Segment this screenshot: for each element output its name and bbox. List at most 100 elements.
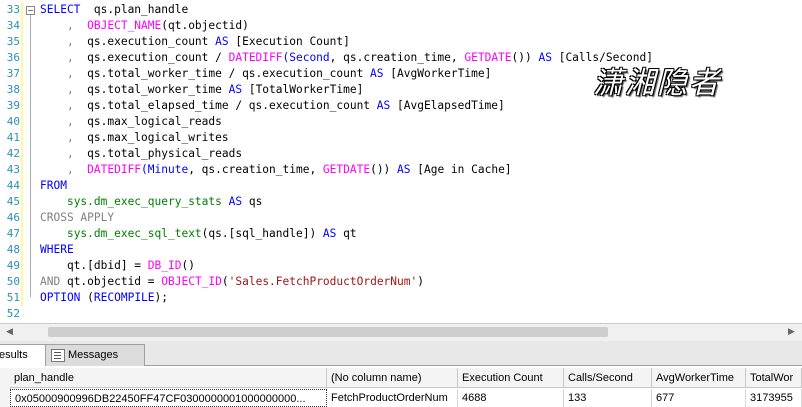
code-token: ( (80, 291, 94, 304)
line-number: 35 (6, 35, 20, 48)
code-line[interactable]: FROM (40, 178, 67, 194)
line-number-gutter: 33 34 35 36 37 38 39 40 41 42 43 44 45 46 47 48 49 50 51 52 (0, 0, 21, 323)
code-token: qs.plan_handle (80, 3, 189, 16)
code-token: [Age in Cache] (410, 163, 512, 176)
code-line[interactable]: , qs.total_elapsed_time / qs.execution_c… (40, 98, 505, 114)
code-token: , (40, 83, 88, 96)
code-token: qt (336, 227, 357, 240)
code-token: , (40, 131, 88, 144)
code-token: AS (376, 99, 391, 112)
code-token: (Second (282, 51, 330, 64)
code-line[interactable]: qt.[dbid] = DB_ID() (40, 258, 195, 274)
tab-results-label: esults (0, 349, 28, 361)
code-token: AS (215, 35, 229, 48)
code-line[interactable]: OPTION (RECOMPILE); (40, 290, 168, 306)
code-token: qs.max_logical_writes (87, 131, 229, 144)
cell-total-worker-time[interactable]: 3173955 (746, 389, 802, 407)
outline-guide (30, 15, 31, 297)
horizontal-scrollbar[interactable]: ◀ ▶ (0, 323, 802, 341)
code-token: AS (397, 163, 411, 176)
cell-object-name[interactable]: FetchProductOrderNum (327, 389, 458, 407)
code-token: ()) (511, 51, 539, 64)
code-token: FROM (40, 179, 67, 192)
code-token: qs.total_worker_time (87, 83, 229, 96)
column-header-avg-worker-time[interactable]: AvgWorkerTime (652, 368, 746, 388)
code-token: AS (370, 67, 384, 80)
column-header-object-name[interactable]: (No column name) (327, 368, 458, 388)
code-line[interactable]: CROSS APPLY (40, 210, 114, 226)
code-token: GETDATE (322, 163, 371, 176)
code-token: 'Sales.FetchProductOrderNum' (228, 275, 418, 288)
code-token: DATEDIFF (228, 51, 283, 64)
collapse-icon[interactable]: − (26, 6, 35, 15)
outline-margin (23, 0, 35, 323)
code-token: OPTION (40, 291, 81, 304)
tab-messages[interactable]: Messages (45, 344, 145, 366)
code-token: , (40, 19, 88, 32)
code-line[interactable]: WHERE (40, 242, 74, 258)
results-grid[interactable]: plan_handle (No column name) Execution C… (0, 366, 802, 407)
code-line[interactable]: sys.dm_exec_sql_text(qs.[sql_handle]) AS… (40, 226, 357, 242)
cell-avg-worker-time[interactable]: 677 (652, 389, 746, 407)
column-header-execution-count[interactable]: Execution Count (458, 368, 564, 388)
code-line[interactable]: , qs.execution_count / DATEDIFF(Second, … (40, 50, 653, 66)
sql-editor[interactable]: 33 34 35 36 37 38 39 40 41 42 43 44 45 46 47 48 49 50 51 52… (0, 0, 802, 323)
code-token: (qt.objectid) (161, 19, 249, 32)
line-number: 44 (6, 179, 20, 192)
cell-calls-second[interactable]: 133 (564, 389, 652, 407)
column-header-calls-second[interactable]: Calls/Second (564, 368, 652, 388)
code-token: , (40, 163, 88, 176)
code-token: qs.execution_count (87, 35, 216, 48)
code-line[interactable]: SELECT qs.plan_handle (40, 2, 188, 18)
code-token: AS (322, 227, 337, 240)
scroll-right-icon[interactable]: ▶ (788, 327, 795, 337)
code-token: qs.total_physical_reads (87, 147, 243, 160)
code-token: ( (221, 275, 229, 288)
scroll-left-icon[interactable]: ◀ (6, 327, 13, 337)
code-line[interactable]: AND qt.objectid = OBJECT_ID('Sales.Fetch… (40, 274, 424, 290)
code-line[interactable]: sys.dm_exec_query_stats AS qs (40, 194, 262, 210)
line-number: 40 (6, 115, 20, 128)
line-number: 34 (6, 19, 20, 32)
code-token: qs.max_logical_reads (87, 115, 222, 128)
code-line[interactable]: , OBJECT_NAME(qt.objectid) (40, 18, 249, 34)
scrollbar-thumb[interactable] (48, 327, 608, 337)
code-line[interactable]: , qs.max_logical_reads (40, 114, 222, 130)
line-number: 42 (6, 147, 20, 160)
code-token: ) (417, 275, 424, 288)
code-line[interactable]: , qs.execution_count AS [Execution Count… (40, 34, 350, 50)
code-line[interactable]: , DATEDIFF(Minute, qs.creation_time, GET… (40, 162, 512, 178)
code-line[interactable]: , qs.total_physical_reads (40, 146, 242, 162)
code-token: OBJECT_ID (161, 275, 222, 288)
column-header-plan-handle[interactable]: plan_handle (10, 368, 327, 388)
line-number: 41 (6, 131, 20, 144)
code-token: RECOMPILE (93, 291, 155, 304)
column-header-total-worker-time[interactable]: TotalWor (746, 368, 802, 388)
code-token: (qs.[sql_handle]) (201, 227, 323, 240)
code-token: DB_ID (147, 259, 182, 272)
code-token: CROSS APPLY (40, 211, 115, 224)
code-line[interactable]: , qs.max_logical_writes (40, 130, 229, 146)
code-token: qs.total_worker_time / qs.execution_coun… (87, 67, 371, 80)
code-token: ()) (370, 163, 398, 176)
code-token: , (40, 51, 88, 64)
line-number: 43 (6, 163, 20, 176)
line-number: 39 (6, 99, 20, 112)
results-tabstrip: esults Messages (0, 341, 802, 366)
code-token: [AvgWorkerTime] (383, 67, 492, 80)
code-line[interactable]: , qs.total_worker_time AS [TotalWorkerTi… (40, 82, 363, 98)
code-token: , qs.creation_time, (188, 163, 323, 176)
line-number: 47 (6, 227, 20, 240)
cell-execution-count[interactable]: 4688 (458, 389, 564, 407)
cell-plan-handle[interactable]: 0x05000900996DB22450FF47CF03000000010000… (10, 389, 327, 407)
code-token: sys.dm_exec_sql_text (66, 227, 202, 240)
code-token: , (40, 147, 88, 160)
change-tracking-bar (21, 2, 23, 306)
code-token: [AvgElapsedTime] (390, 99, 505, 112)
line-number: 37 (6, 67, 20, 80)
code-line[interactable]: , qs.total_worker_time / qs.execution_co… (40, 66, 491, 82)
code-token: ); (154, 291, 169, 304)
code-token: , (40, 35, 88, 48)
